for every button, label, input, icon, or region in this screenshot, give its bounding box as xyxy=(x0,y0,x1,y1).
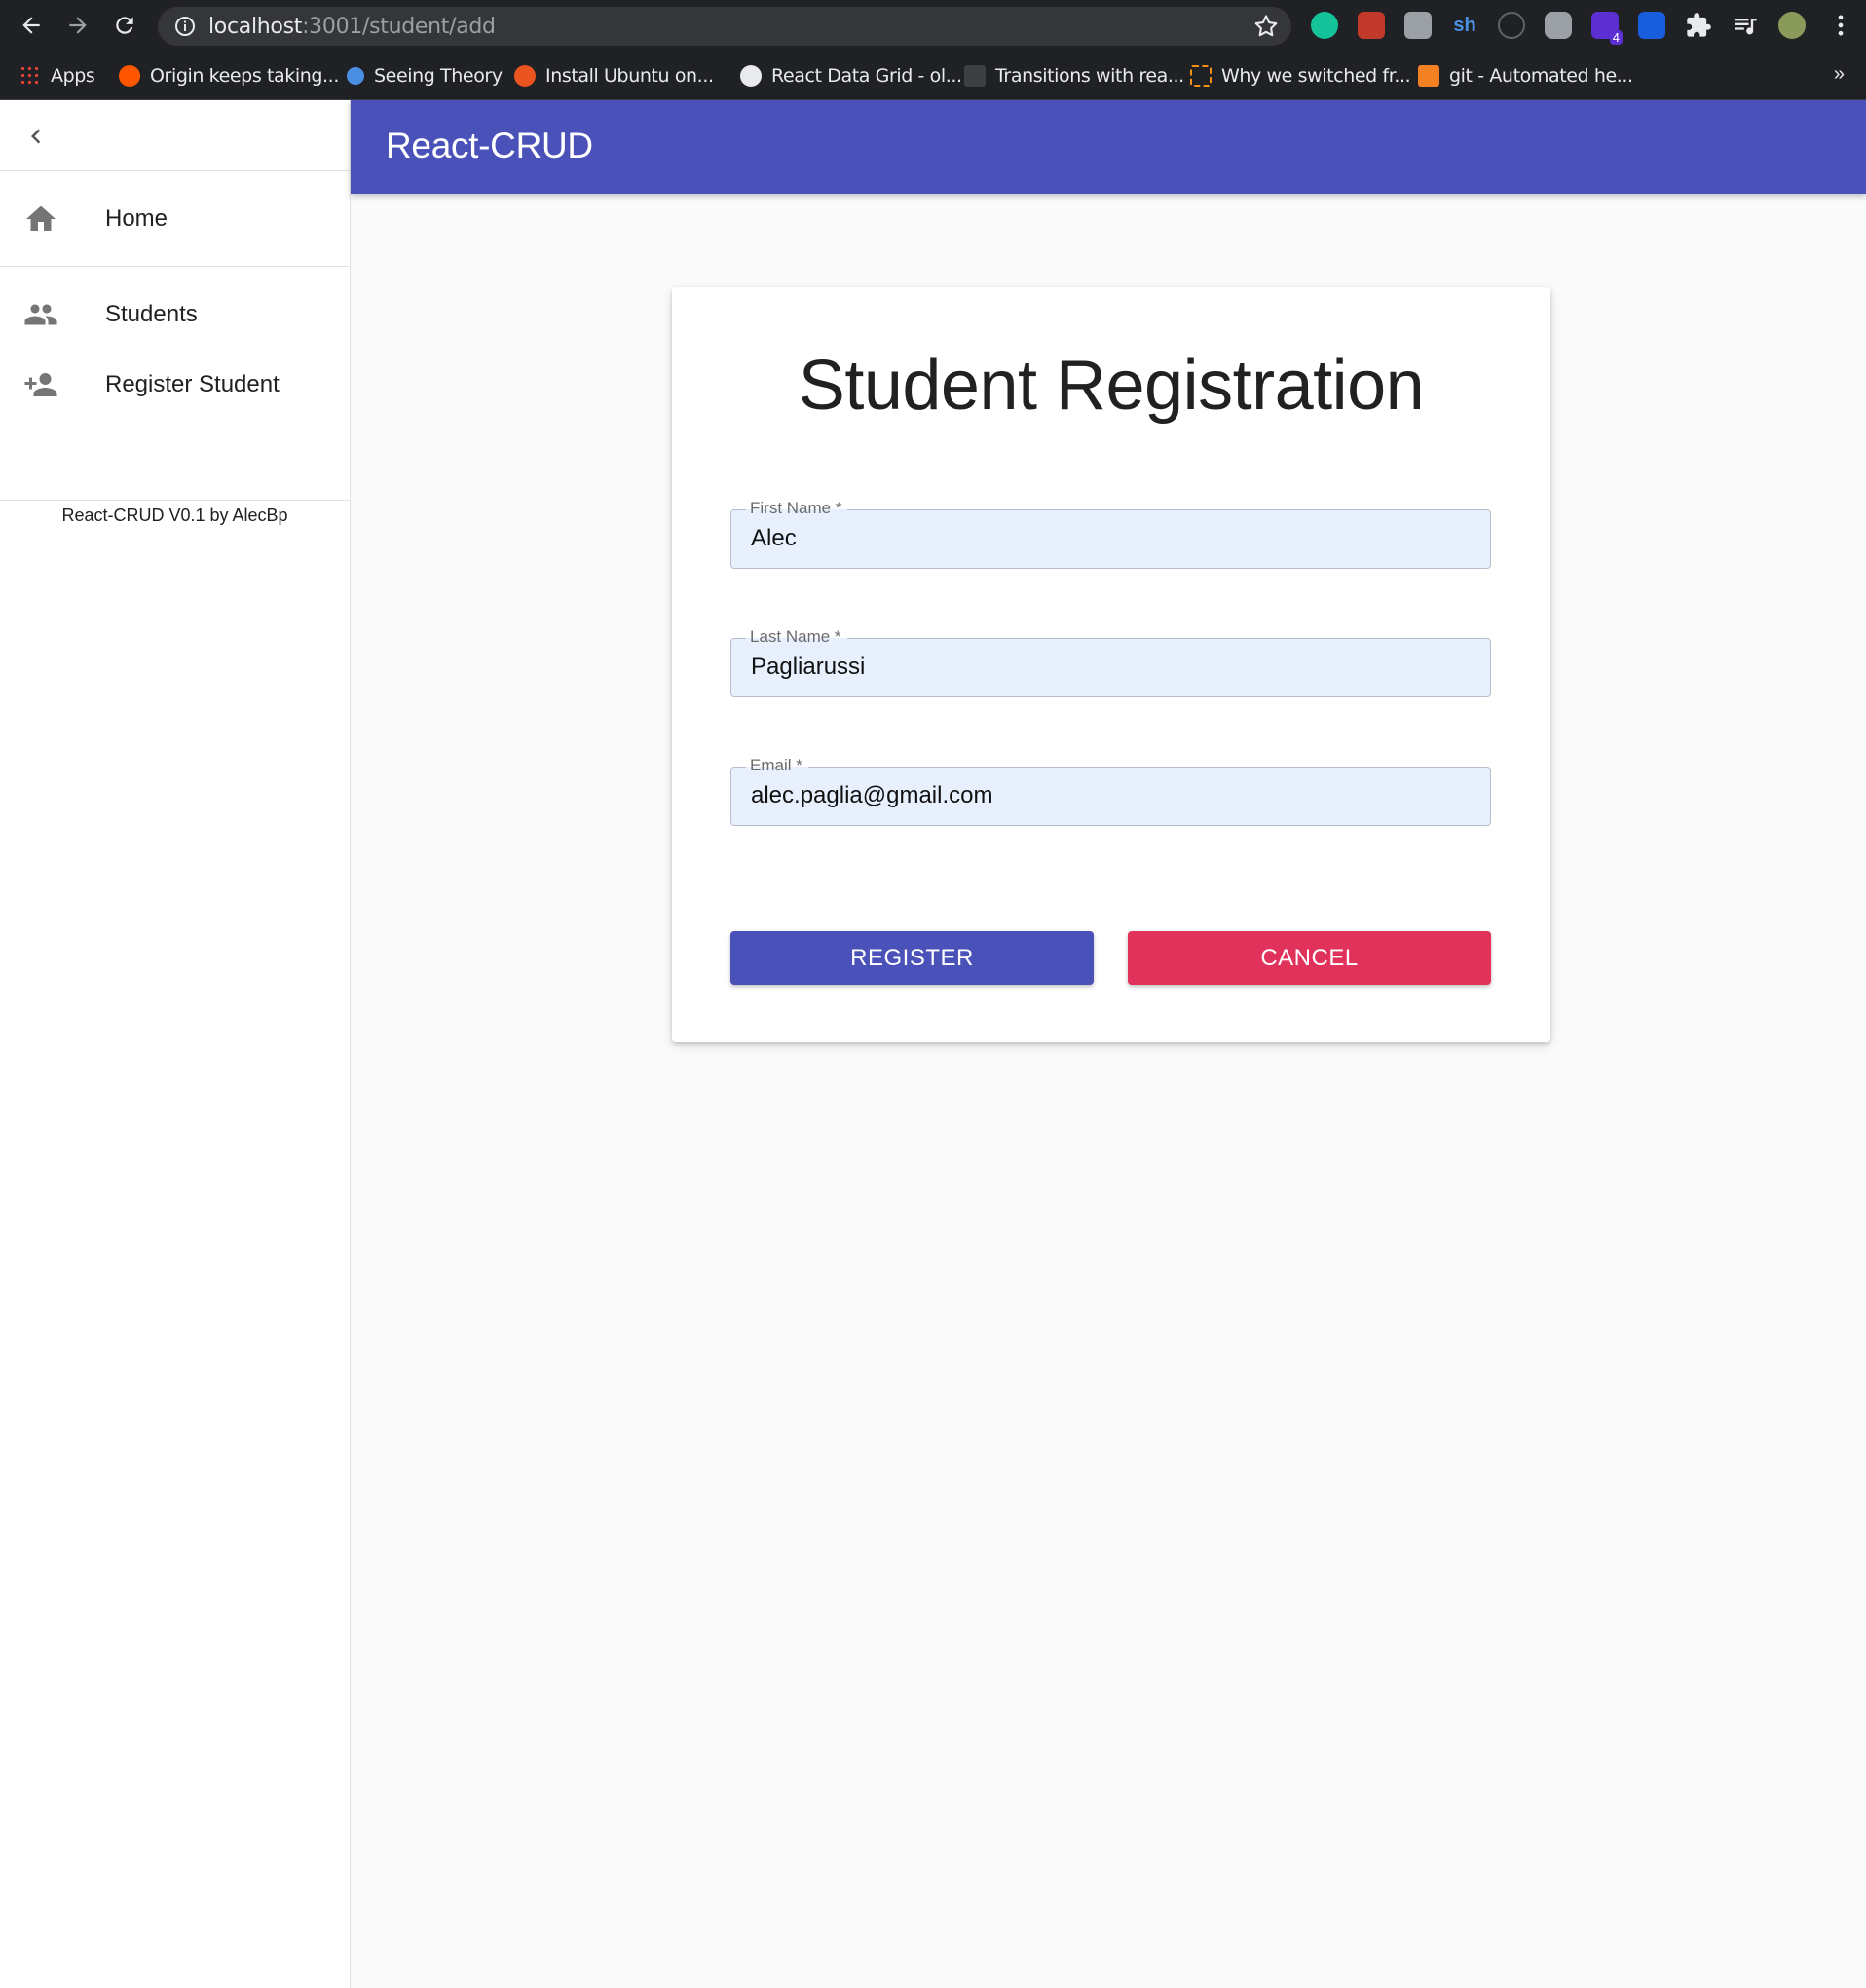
apps-grid-icon xyxy=(19,65,41,87)
person-add-icon xyxy=(24,373,57,396)
reload-icon xyxy=(116,17,133,34)
registration-card: Student Registration First Name * Last N… xyxy=(672,287,1550,1042)
badge-icon[interactable]: 4 xyxy=(1591,12,1623,45)
sync-icon[interactable] xyxy=(1498,12,1525,39)
cancel-button[interactable]: CANCEL xyxy=(1128,931,1491,985)
vs-icon xyxy=(964,65,986,87)
profile-avatar[interactable] xyxy=(1778,12,1806,39)
bookmarks-bar: Apps Origin keeps taking... Seeing Theor… xyxy=(0,52,1866,100)
bookmark-label: Transitions with rea... xyxy=(995,65,1184,87)
app-bar: React-CRUD xyxy=(351,100,1866,194)
first-name-input[interactable] xyxy=(751,523,1472,554)
ublock-icon[interactable] xyxy=(1358,12,1385,39)
first-name-field[interactable]: First Name * xyxy=(730,498,1491,569)
form-title: Student Registration xyxy=(798,347,1425,425)
extension-badge: 4 xyxy=(1609,30,1623,45)
bookmark-why-we-switched[interactable]: Why we switched fr... xyxy=(1190,61,1411,91)
email-field[interactable]: Email * xyxy=(730,755,1491,826)
reload-button[interactable] xyxy=(107,8,142,43)
home-icon xyxy=(26,206,56,231)
bookmark-label: Origin keeps taking... xyxy=(150,65,339,87)
globe-icon xyxy=(740,65,762,87)
bookmark-react-data-grid[interactable]: React Data Grid - ol... xyxy=(740,61,962,91)
bookmark-label: Why we switched fr... xyxy=(1221,65,1411,87)
bookmark-label: Apps xyxy=(51,65,95,87)
brackets-icon xyxy=(1190,65,1212,87)
sh-icon[interactable]: sh xyxy=(1451,12,1478,39)
people-icon xyxy=(24,304,57,325)
playlist-icon[interactable] xyxy=(1732,12,1759,39)
bookmark-seeing-theory[interactable]: Seeing Theory xyxy=(347,61,503,91)
bookmarks-overflow-button[interactable]: » xyxy=(1834,63,1845,86)
more-vert-icon xyxy=(1838,15,1844,36)
arrow-left-icon xyxy=(22,17,40,34)
grammarly-icon[interactable] xyxy=(1311,12,1338,39)
bookmark-label: Seeing Theory xyxy=(374,65,503,87)
ubuntu-icon xyxy=(514,65,536,87)
email-label: Email * xyxy=(746,755,808,776)
camera-icon[interactable] xyxy=(1545,12,1572,39)
puzzle-piece-icon xyxy=(1687,13,1711,37)
sidebar-item-label: Home xyxy=(105,206,168,232)
bookmark-origin[interactable]: Origin keeps taking... xyxy=(119,61,339,91)
sidebar-drawer: Home Students Register Student React-CRU… xyxy=(0,100,351,1988)
sidebar-divider xyxy=(0,266,350,267)
back-button[interactable] xyxy=(14,8,49,43)
sidebar-item-label: Register Student xyxy=(105,371,280,397)
last-name-field[interactable]: Last Name * xyxy=(730,626,1491,697)
bookmark-apps[interactable]: Apps xyxy=(19,61,95,91)
email-input[interactable] xyxy=(751,780,1472,811)
sidebar-header xyxy=(0,100,350,171)
bookmark-install-ubuntu[interactable]: Install Ubuntu on... xyxy=(514,61,714,91)
sidebar-divider xyxy=(0,500,350,501)
dot-icon xyxy=(347,67,364,85)
first-name-label: First Name * xyxy=(746,498,848,519)
info-icon[interactable] xyxy=(173,15,197,38)
arrow-right-icon xyxy=(69,17,87,34)
bookmark-label: Install Ubuntu on... xyxy=(545,65,714,87)
kebab-menu-icon[interactable] xyxy=(1827,12,1854,39)
url-text: localhost:3001/student/add xyxy=(208,15,496,39)
address-bar[interactable]: localhost:3001/student/add xyxy=(158,7,1291,46)
browser-toolbar: localhost:3001/student/add sh 4 xyxy=(0,0,1866,52)
reddit-icon xyxy=(119,65,140,87)
star-icon[interactable] xyxy=(1252,13,1280,40)
extension-icon[interactable] xyxy=(1404,12,1432,39)
register-button[interactable]: REGISTER xyxy=(730,931,1094,985)
app-title: React-CRUD xyxy=(386,126,593,166)
stackoverflow-icon xyxy=(1418,65,1439,87)
last-name-label: Last Name * xyxy=(746,626,847,648)
sidebar-item-home[interactable]: Home xyxy=(0,184,350,254)
chevron-left-icon[interactable] xyxy=(21,122,51,151)
sidebar-footer: React-CRUD V0.1 by AlecBp xyxy=(61,506,288,525)
forward-button[interactable] xyxy=(60,8,95,43)
bookmark-git-automated[interactable]: git - Automated he... xyxy=(1418,61,1633,91)
bookmark-label: React Data Grid - ol... xyxy=(771,65,962,87)
bitwarden-icon[interactable] xyxy=(1638,12,1665,39)
queue-music-icon xyxy=(1735,19,1757,35)
sidebar-item-students[interactable]: Students xyxy=(0,280,350,350)
bookmark-transitions[interactable]: Transitions with rea... xyxy=(964,61,1184,91)
bookmark-label: git - Automated he... xyxy=(1449,65,1633,87)
sidebar-item-register-student[interactable]: Register Student xyxy=(0,350,350,420)
sidebar-item-label: Students xyxy=(105,301,198,327)
puzzle-icon[interactable] xyxy=(1685,12,1712,39)
last-name-input[interactable] xyxy=(751,652,1472,683)
